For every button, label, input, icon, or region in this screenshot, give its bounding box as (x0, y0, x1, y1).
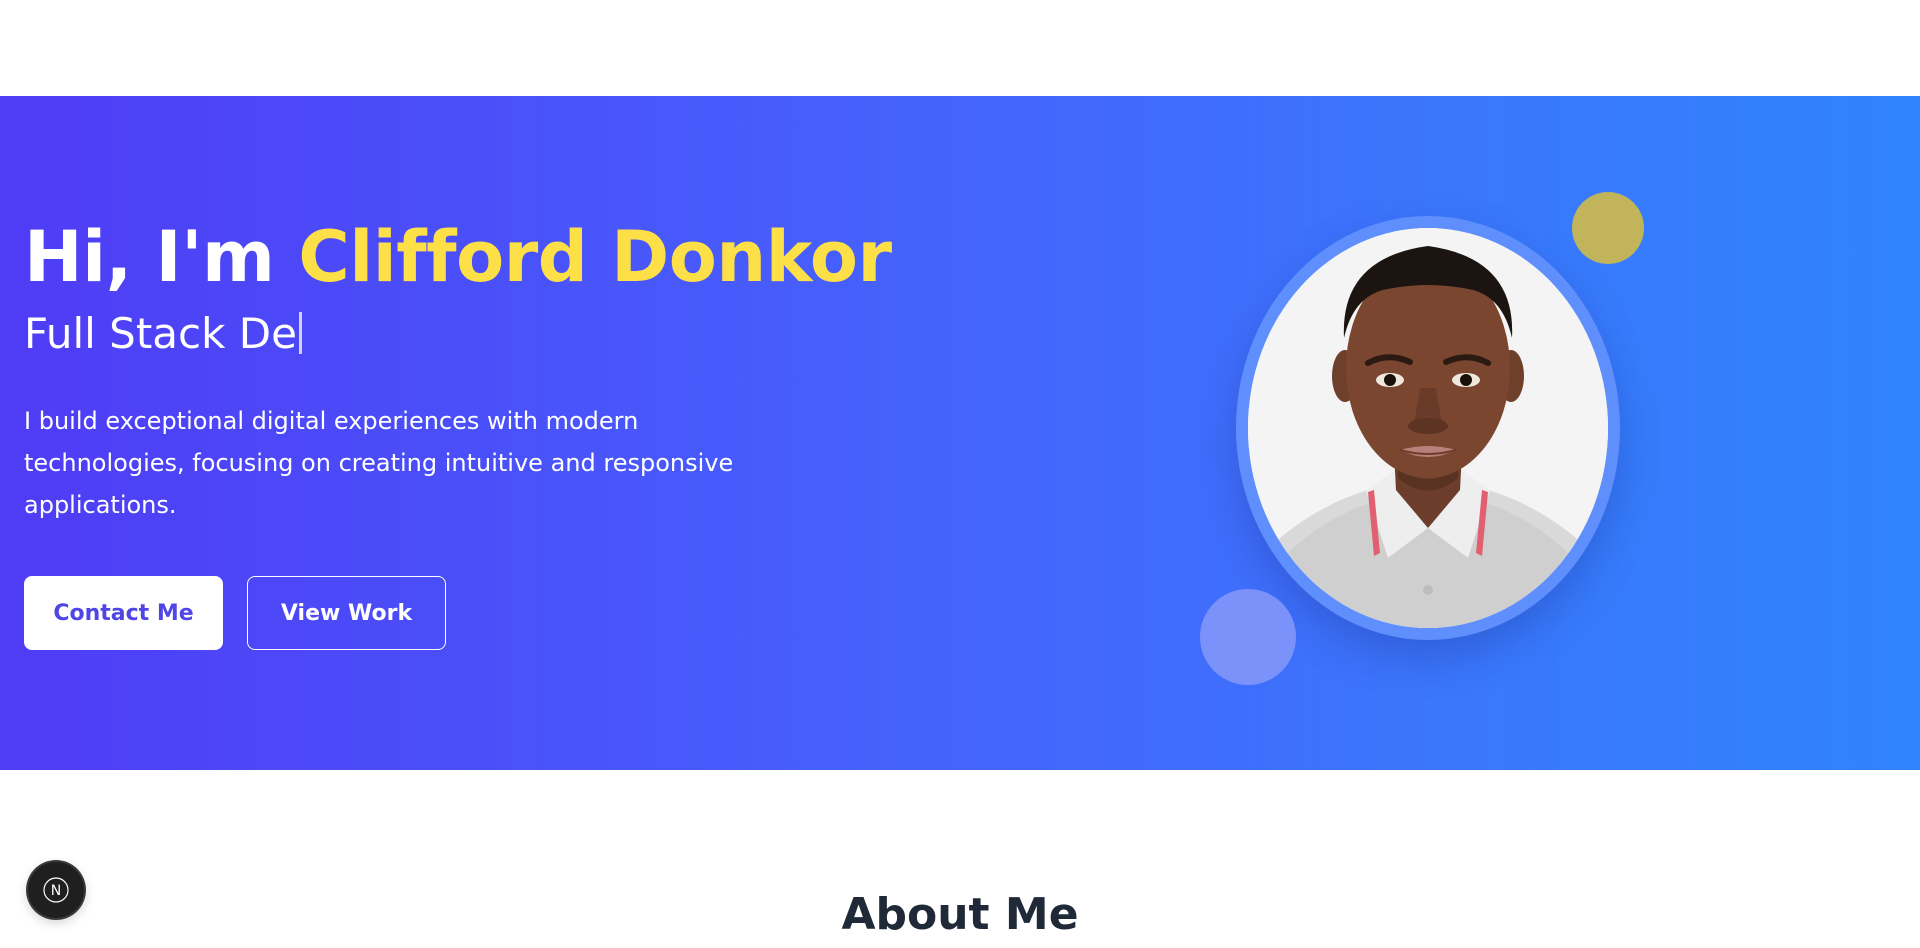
typed-role-text: Full Stack De (24, 309, 297, 358)
hero-name: Clifford Donkor (298, 216, 892, 298)
hero-greeting: Hi, I'm (24, 216, 299, 298)
profile-photo (1248, 228, 1608, 628)
hero-heading: Hi, I'm Clifford Donkor (24, 212, 892, 302)
decorative-yellow-circle (1572, 192, 1644, 264)
svg-text:N: N (51, 883, 61, 899)
typing-cursor (298, 312, 302, 354)
profile-photo-illustration (1248, 228, 1608, 628)
view-work-button[interactable]: View Work (247, 576, 446, 650)
contact-me-button[interactable]: Contact Me (24, 576, 223, 650)
about-section-heading: About Me (841, 889, 1079, 940)
hero-section: Hi, I'm Clifford Donkor Full Stack De I … (0, 96, 1920, 770)
decorative-light-circle (1200, 589, 1296, 685)
nextjs-dev-indicator[interactable]: N (28, 862, 84, 918)
hero-description: I build exceptional digital experiences … (24, 407, 734, 519)
top-navbar (0, 0, 1920, 96)
hero-typed-role: Full Stack De (24, 306, 302, 362)
nextjs-n-icon: N (43, 877, 69, 903)
profile-photo-frame (1236, 216, 1620, 640)
